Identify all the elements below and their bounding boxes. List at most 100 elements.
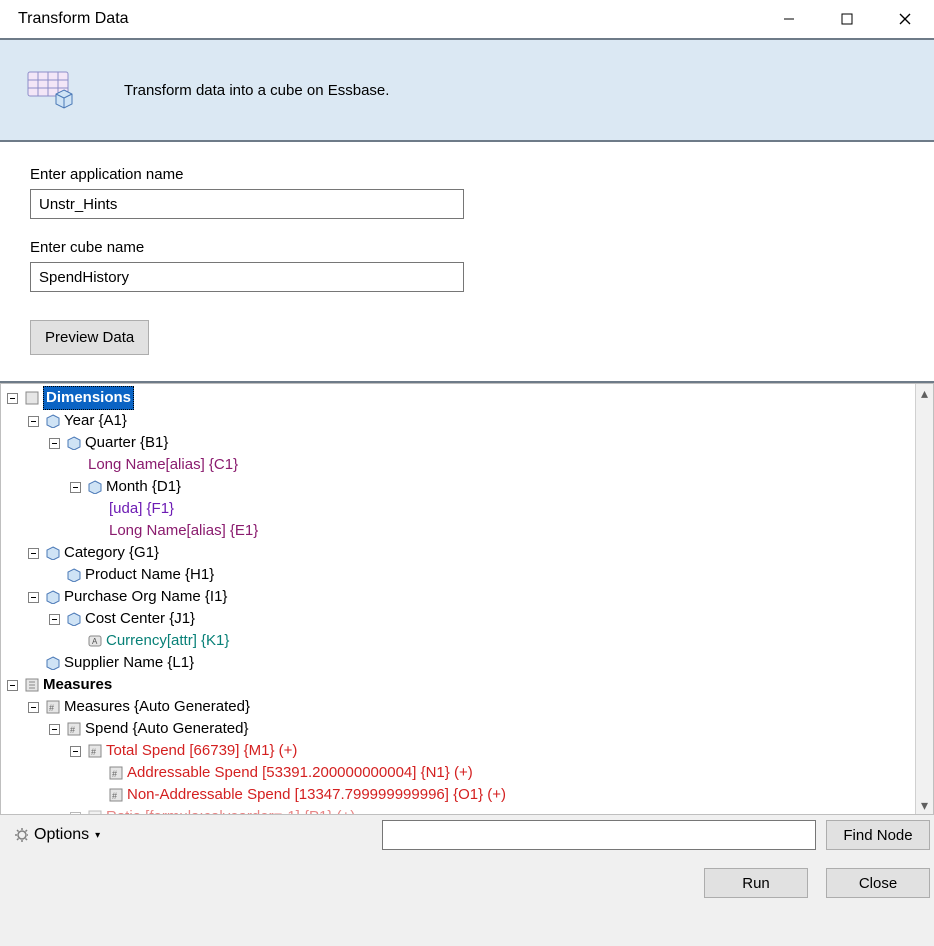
no-expand-spacer	[70, 460, 81, 471]
tree-label: Purchase Org Name {I1}	[64, 586, 227, 608]
tree-label: Non-Addressable Spend [13347.79999999999…	[127, 784, 506, 806]
tree-label: Long Name[alias] {E1}	[109, 520, 258, 542]
tree-node-spend-auto[interactable]: # Spend {Auto Generated}	[49, 718, 915, 814]
svg-text:#: #	[112, 791, 117, 801]
window-title: Transform Data	[0, 10, 129, 28]
tree-node-quarter-longname[interactable]: Long Name[alias] {C1}	[70, 454, 915, 476]
collapse-icon[interactable]	[7, 393, 18, 404]
footer-action-bar: Run Close	[0, 855, 934, 911]
collapse-icon[interactable]	[49, 614, 60, 625]
svg-text:#: #	[91, 747, 96, 757]
no-expand-spacer	[91, 526, 102, 537]
collapse-icon[interactable]	[28, 416, 39, 427]
chevron-down-icon: ▾	[95, 830, 100, 841]
svg-text:#: #	[70, 725, 75, 735]
tree-node-purchase-org[interactable]: Purchase Org Name {I1} Cost Center {J1}	[28, 586, 915, 652]
tree-label: Spend {Auto Generated}	[85, 718, 248, 740]
measures-icon: #	[67, 722, 81, 736]
tree-label: [uda] {F1}	[109, 498, 174, 520]
measures-icon: #	[109, 788, 123, 802]
tree-node-month-uda[interactable]: [uda] {F1}	[91, 498, 915, 520]
minimize-button[interactable]	[760, 0, 818, 38]
tree-label: Measures	[43, 674, 112, 696]
collapse-icon[interactable]	[70, 482, 81, 493]
find-node-button[interactable]: Find Node	[826, 820, 930, 850]
close-window-button[interactable]	[876, 0, 934, 38]
collapse-icon[interactable]	[70, 746, 81, 757]
tree-node-addressable-spend[interactable]: # Addressable Spend [53391.200000000004]…	[91, 762, 915, 784]
dimension-tree[interactable]: Dimensions Year {A1}	[1, 384, 915, 814]
preview-data-button[interactable]: Preview Data	[30, 320, 149, 355]
cube-icon	[67, 436, 81, 450]
tree-label: Long Name[alias] {C1}	[88, 454, 238, 476]
find-node-input[interactable]	[382, 820, 816, 850]
expand-icon[interactable]	[70, 812, 81, 815]
tree-node-cost-center[interactable]: Cost Center {J1} A	[49, 608, 915, 652]
dimension-icon	[25, 391, 39, 405]
close-button[interactable]: Close	[826, 868, 930, 898]
measures-icon: #	[88, 810, 102, 814]
measures-icon: #	[46, 700, 60, 714]
window-controls	[760, 0, 934, 38]
maximize-icon	[841, 13, 853, 25]
collapse-icon[interactable]	[49, 724, 60, 735]
tree-node-supplier[interactable]: Supplier Name {L1}	[28, 652, 915, 674]
tree-node-measures-root[interactable]: Measures # Measures {Auto Generated}	[7, 674, 915, 814]
gear-icon	[14, 828, 28, 842]
collapse-icon[interactable]	[7, 680, 18, 691]
tree-node-currency-attr[interactable]: A Currency[attr] {K1}	[70, 630, 915, 652]
tree-node-total-spend[interactable]: # Total Spend [66739] {M1} (+)	[70, 740, 915, 806]
collapse-icon[interactable]	[28, 702, 39, 713]
tree-label: Product Name {H1}	[85, 564, 214, 586]
no-expand-spacer	[91, 504, 102, 515]
collapse-icon[interactable]	[28, 548, 39, 559]
banner-text: Transform data into a cube on Essbase.	[124, 82, 389, 99]
tree-node-category[interactable]: Category {G1} Product Name {H1}	[28, 542, 915, 586]
tree-label: Total Spend [66739] {M1} (+)	[106, 740, 297, 762]
collapse-icon[interactable]	[49, 438, 60, 449]
cube-icon	[46, 656, 60, 670]
tree-label: Month {D1}	[106, 476, 181, 498]
cube-icon	[67, 568, 81, 582]
cube-icon	[46, 414, 60, 428]
no-expand-spacer	[28, 658, 39, 669]
maximize-button[interactable]	[818, 0, 876, 38]
close-icon	[898, 12, 912, 26]
tree-node-ratio-partial[interactable]: # Ratio [formula:calyearder=-1] {P1} (+)	[70, 806, 915, 814]
tree-node-dimensions[interactable]: Dimensions Year {A1}	[7, 386, 915, 674]
tree-node-year[interactable]: Year {A1} Quarter {B1}	[28, 410, 915, 542]
find-node-group: Find Node	[382, 820, 934, 850]
cube-table-icon	[26, 70, 74, 110]
tree-panel: Dimensions Year {A1}	[0, 383, 934, 815]
tree-node-product-name[interactable]: Product Name {H1}	[49, 564, 915, 586]
options-dropdown[interactable]: Options ▾	[14, 826, 100, 844]
tree-label: Currency[attr] {K1}	[106, 630, 229, 652]
application-name-input[interactable]	[30, 189, 464, 219]
no-expand-spacer	[91, 768, 102, 779]
run-button[interactable]: Run	[704, 868, 808, 898]
tree-node-nonaddressable-spend[interactable]: # Non-Addressable Spend [13347.799999999…	[91, 784, 915, 806]
no-expand-spacer	[49, 570, 60, 581]
measures-icon: #	[88, 744, 102, 758]
tree-label: Cost Center {J1}	[85, 608, 195, 630]
scroll-down-icon[interactable]: ▾	[916, 796, 933, 814]
footer-options-bar: Options ▾ Find Node	[0, 815, 934, 855]
tree-label: Supplier Name {L1}	[64, 652, 194, 674]
tree-label: Addressable Spend [53391.200000000004] {…	[127, 762, 473, 784]
tree-label: Year {A1}	[64, 410, 127, 432]
scroll-up-icon[interactable]: ▴	[916, 384, 933, 402]
tree-node-quarter[interactable]: Quarter {B1} Long Name[alias] {C1}	[49, 432, 915, 542]
tree-label: Category {G1}	[64, 542, 159, 564]
tree-node-month-longname[interactable]: Long Name[alias] {E1}	[91, 520, 915, 542]
measures-icon	[25, 678, 39, 692]
svg-text:#: #	[112, 769, 117, 779]
cube-icon	[67, 612, 81, 626]
cube-name-input[interactable]	[30, 262, 464, 292]
minimize-icon	[783, 13, 795, 25]
tree-scrollbar[interactable]: ▴ ▾	[915, 384, 933, 814]
tree-node-measures-auto[interactable]: # Measures {Auto Generated} #	[28, 696, 915, 814]
collapse-icon[interactable]	[28, 592, 39, 603]
tree-node-month[interactable]: Month {D1} [uda] {F1}	[70, 476, 915, 542]
info-banner: Transform data into a cube on Essbase.	[0, 38, 934, 142]
tree-label: Dimensions	[43, 386, 134, 410]
